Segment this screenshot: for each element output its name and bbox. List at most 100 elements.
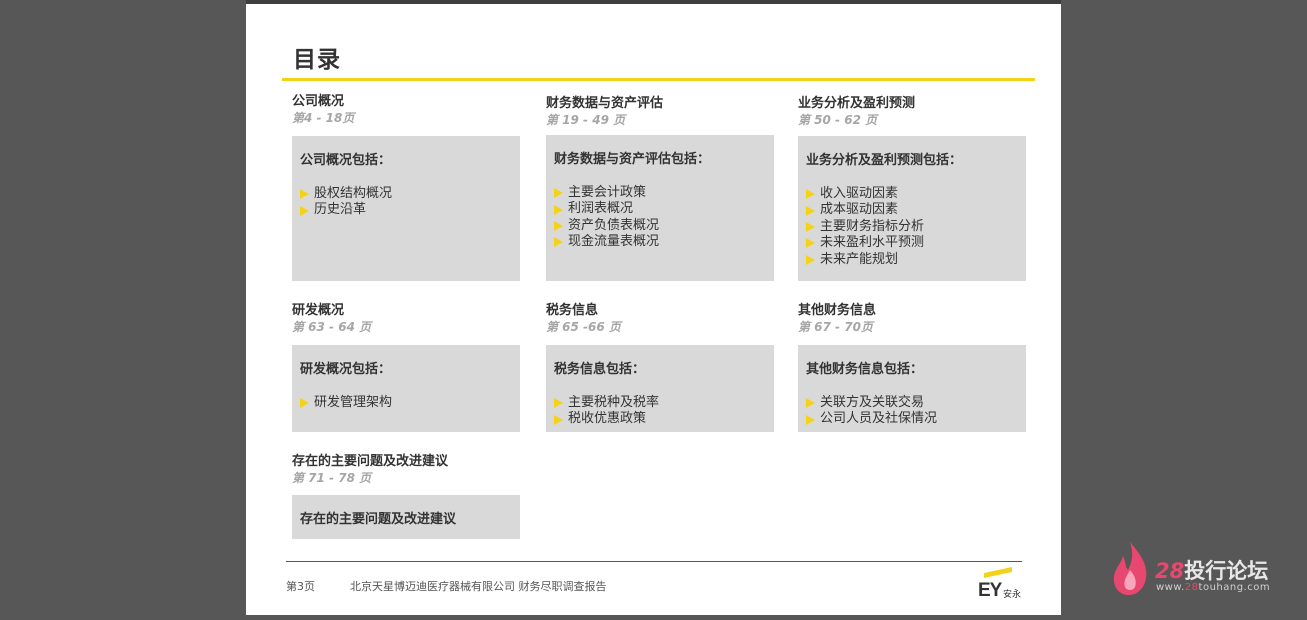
section-box: 存在的主要问题及改进建议 (292, 495, 520, 539)
section-page-range: 第 63 - 64 页 (292, 320, 372, 334)
bullet-list: 收入驱动因素 成本驱动因素 主要财务指标分析 未来盈利水平预测 未来产能规划 (806, 186, 1018, 268)
section-page-range: 第 65 -66 页 (546, 320, 621, 334)
document-page: 目录 公司概况 第4 - 18页 公司概况包括： 股权结构概况 历史沿革 财务数… (246, 4, 1061, 615)
bullet-text: 税收优惠政策 (568, 411, 647, 427)
bullet-item: 现金流量表概况 (554, 234, 766, 250)
bullet-item: 主要会计政策 (554, 185, 766, 201)
bullet-item: 主要税种及税率 (554, 395, 766, 411)
footer-page-number: 第3页 (286, 580, 315, 593)
section-box-intro: 其他财务信息包括： (806, 362, 924, 377)
triangle-bullet-icon (300, 398, 309, 409)
triangle-bullet-icon (300, 205, 309, 216)
bullet-text: 关联方及关联交易 (820, 395, 925, 410)
ey-logo-chinese: 安永 (1003, 590, 1022, 600)
bullet-text: 主要会计政策 (568, 185, 647, 200)
bullet-text: 主要税种及税率 (568, 395, 660, 410)
bullet-list: 研发管理架构 (300, 395, 512, 411)
section-page-range: 第4 - 18页 (292, 111, 355, 125)
triangle-bullet-icon (554, 220, 563, 231)
bullet-text: 未来产能规划 (820, 251, 899, 267)
section-heading: 研发概况 (292, 303, 345, 318)
title-underline (282, 78, 1035, 81)
section-heading: 税务信息 (546, 303, 599, 318)
bullet-text: 资产负债表概况 (568, 217, 660, 233)
bullet-item: 资产负债表概况 (554, 218, 766, 234)
bullet-item: 税收优惠政策 (554, 411, 766, 427)
section-box-intro: 公司概况包括： (300, 153, 392, 168)
bullet-item: 成本驱动因素 (806, 202, 1018, 218)
section-financial-data: 财务数据与资产评估 第 19 - 49 页 财务数据与资产评估包括： 主要会计政… (546, 95, 776, 281)
section-page-range: 第 50 - 62 页 (798, 113, 878, 127)
bullet-item: 未来盈利水平预测 (806, 235, 1018, 251)
section-heading: 存在的主要问题及改进建议 (292, 454, 449, 469)
section-issues-and-suggestions: 存在的主要问题及改进建议 第 71 - 78 页 存在的主要问题及改进建议 (292, 453, 522, 539)
bullet-text: 公司人员及社保情况 (820, 411, 938, 427)
triangle-bullet-icon (554, 204, 563, 215)
section-box: 研发概况包括： 研发管理架构 (292, 345, 520, 432)
page-title: 目录 (293, 47, 341, 73)
section-page-range: 第 19 - 49 页 (546, 113, 626, 127)
triangle-bullet-icon (806, 205, 815, 216)
bullet-list: 关联方及关联交易 公司人员及社保情况 (806, 395, 1018, 428)
bullet-item: 关联方及关联交易 (806, 395, 1018, 411)
section-box-intro: 财务数据与资产评估包括： (554, 152, 711, 167)
bullet-text: 历史沿革 (314, 202, 367, 218)
bullet-item: 未来产能规划 (806, 252, 1018, 268)
bullet-item: 公司人员及社保情况 (806, 411, 1018, 427)
section-business-analysis: 业务分析及盈利预测 第 50 - 62 页 业务分析及盈利预测包括： 收入驱动因… (798, 95, 1028, 281)
section-heading: 公司概况 (292, 94, 345, 109)
ey-logo-beam (984, 567, 1012, 578)
section-page-range: 第 67 - 70页 (798, 320, 873, 334)
bullet-text: 股权结构概况 (314, 186, 393, 201)
section-other-financial-info: 其他财务信息 第 67 - 70页 其他财务信息包括： 关联方及关联交易 公司人… (798, 302, 1028, 432)
footer-divider (286, 561, 1022, 562)
triangle-bullet-icon (554, 398, 563, 409)
bullet-text: 利润表概况 (568, 201, 634, 217)
bullet-text: 现金流量表概况 (568, 234, 660, 250)
triangle-bullet-icon (300, 189, 309, 200)
bullet-text: 研发管理架构 (314, 395, 393, 410)
section-heading: 财务数据与资产评估 (546, 96, 664, 111)
bullet-list: 主要税种及税率 税收优惠政策 (554, 395, 766, 428)
section-box: 财务数据与资产评估包括： 主要会计政策 利润表概况 资产负债表概况 现金流量表概… (546, 135, 774, 281)
bullet-item: 研发管理架构 (300, 395, 512, 411)
bullet-item: 主要财务指标分析 (806, 219, 1018, 235)
section-box-intro: 业务分析及盈利预测包括： (806, 153, 963, 168)
triangle-bullet-icon (554, 188, 563, 199)
triangle-bullet-icon (806, 238, 815, 249)
site-watermark: 28投行论坛 www.28touhang.com (1110, 540, 1300, 600)
section-tax-info: 税务信息 第 65 -66 页 税务信息包括： 主要税种及税率 税收优惠政策 (546, 302, 776, 432)
section-rnd-overview: 研发概况 第 63 - 64 页 研发概况包括： 研发管理架构 (292, 302, 522, 432)
section-company-overview: 公司概况 第4 - 18页 公司概况包括： 股权结构概况 历史沿革 (292, 93, 522, 281)
section-box: 其他财务信息包括： 关联方及关联交易 公司人员及社保情况 (798, 345, 1026, 432)
bullet-text: 主要财务指标分析 (820, 218, 925, 234)
section-box-intro: 研发概况包括： (300, 362, 392, 377)
bullet-text: 成本驱动因素 (820, 202, 899, 218)
bullet-text: 收入驱动因素 (820, 186, 899, 201)
ey-logo-mark: EY (978, 580, 1002, 601)
triangle-bullet-icon (806, 221, 815, 232)
section-box: 税务信息包括： 主要税种及税率 税收优惠政策 (546, 345, 774, 432)
bullet-item: 历史沿革 (300, 202, 512, 218)
bullet-list: 主要会计政策 利润表概况 资产负债表概况 现金流量表概况 (554, 185, 766, 251)
section-heading: 业务分析及盈利预测 (798, 96, 916, 111)
bullet-list: 股权结构概况 历史沿革 (300, 186, 512, 219)
triangle-bullet-icon (554, 237, 563, 248)
triangle-bullet-icon (806, 189, 815, 200)
flame-logo-icon (1113, 542, 1147, 595)
bullet-item: 股权结构概况 (300, 186, 512, 202)
footer-report-title: 北京天星博迈迪医疗器械有限公司 财务尽职调查报告 (350, 580, 607, 593)
section-box: 公司概况包括： 股权结构概况 历史沿革 (292, 136, 520, 281)
bullet-item: 利润表概况 (554, 201, 766, 217)
bullet-item: 收入驱动因素 (806, 186, 1018, 202)
bullet-text: 未来盈利水平预测 (820, 235, 925, 251)
triangle-bullet-icon (806, 414, 815, 425)
section-heading: 其他财务信息 (798, 303, 877, 318)
section-page-range: 第 71 - 78 页 (292, 471, 372, 485)
section-box-intro: 存在的主要问题及改进建议 (300, 512, 457, 527)
triangle-bullet-icon (806, 398, 815, 409)
ey-logo: EY 安永 (978, 567, 1024, 604)
triangle-bullet-icon (806, 254, 815, 265)
section-box-intro: 税务信息包括： (554, 362, 646, 377)
section-box: 业务分析及盈利预测包括： 收入驱动因素 成本驱动因素 主要财务指标分析 未来盈利… (798, 136, 1026, 281)
